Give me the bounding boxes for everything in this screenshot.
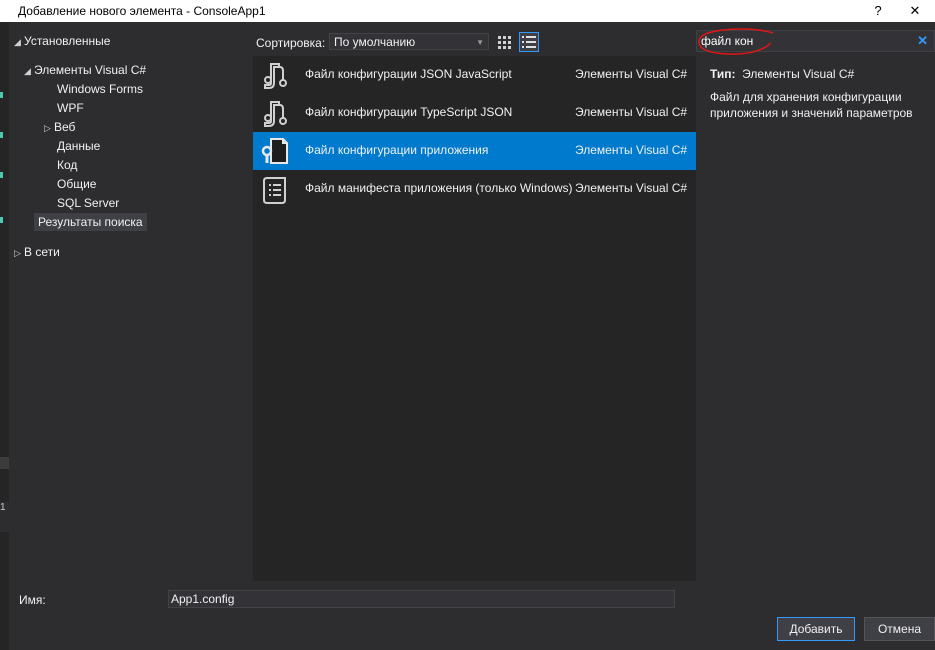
collapsed-arrow-icon: ▷ [44, 123, 51, 133]
item-name: Файл конфигурации JSON JavaScript [305, 67, 512, 81]
list-item[interactable]: Файл конфигурации TypeScript JSON Элемен… [253, 94, 696, 132]
add-button[interactable]: Добавить [777, 617, 855, 641]
list-item-selected[interactable]: Файл конфигурации приложения Элементы Vi… [253, 132, 696, 170]
type-value: Элементы Visual C# [742, 67, 855, 81]
name-input[interactable] [168, 590, 675, 608]
tree-item-wpf[interactable]: WPF [57, 100, 84, 116]
help-button[interactable]: ? [858, 0, 898, 22]
template-list: Файл конфигурации JSON JavaScript Элемен… [253, 56, 696, 581]
type-label: Тип: [710, 67, 736, 81]
list-view-icon [522, 36, 536, 48]
tree-item-data[interactable]: Данные [57, 138, 100, 154]
item-category: Элементы Visual C# [575, 181, 688, 195]
list-view-button[interactable] [519, 32, 539, 52]
dropdown-arrow-icon: ▼ [476, 38, 484, 47]
tree-item-code[interactable]: Код [57, 157, 77, 173]
json-file-icon [264, 63, 287, 89]
sort-label: Сортировка: [256, 36, 326, 50]
add-new-item-dialog: ◢ Установленные ◢ Элементы Visual C# Windo… [9, 22, 935, 650]
manifest-file-icon [263, 177, 286, 204]
expanded-arrow-icon: ◢ [24, 66, 31, 76]
clear-search-icon[interactable]: ✕ [917, 33, 928, 49]
tree-item-sql-server[interactable]: SQL Server [57, 195, 119, 211]
cancel-button[interactable]: Отмена [864, 617, 935, 641]
tree-search-results[interactable]: Результаты поиска [34, 213, 147, 231]
item-name: Файл конфигурации TypeScript JSON [305, 105, 513, 119]
collapsed-arrow-icon: ▷ [14, 248, 21, 258]
name-label: Имя: [19, 593, 46, 607]
item-name: Файл конфигурации приложения [305, 143, 489, 157]
json-file-icon [264, 101, 287, 127]
list-item[interactable]: Файл конфигурации JSON JavaScript Элемен… [253, 56, 696, 94]
title-bar: Добавление нового элемента - ConsoleApp1… [0, 0, 935, 22]
window-title: Добавление нового элемента - ConsoleApp1 [18, 4, 266, 18]
sort-dropdown[interactable]: По умолчанию ▼ [329, 33, 489, 50]
item-description: Файл для хранения конфигурации приложени… [710, 90, 913, 120]
grid-view-icon [498, 36, 511, 49]
tree-visual-cs[interactable]: ◢ Элементы Visual C# [24, 62, 146, 79]
tree-item-windows-forms[interactable]: Windows Forms [57, 81, 143, 97]
item-category: Элементы Visual C# [575, 67, 688, 81]
item-category: Элементы Visual C# [575, 143, 688, 157]
item-category: Элементы Visual C# [575, 105, 688, 119]
type-info: Тип: Элементы Visual C# [710, 67, 854, 81]
red-annotation-circle [698, 28, 774, 55]
background-window-strip: 1 [0, 22, 9, 650]
tree-item-web[interactable]: ▷ Веб [44, 119, 75, 136]
tree-installed[interactable]: ◢ Установленные [14, 33, 110, 50]
expanded-arrow-icon: ◢ [14, 37, 21, 47]
tree-item-general[interactable]: Общие [57, 176, 96, 192]
sort-value: По умолчанию [334, 35, 416, 49]
tree-online[interactable]: ▷ В сети [14, 244, 60, 261]
config-file-icon [261, 138, 288, 164]
close-button[interactable]: ✕ [895, 0, 935, 22]
item-name: Файл манифеста приложения (только Window… [305, 181, 573, 195]
grid-view-button[interactable] [494, 32, 514, 52]
list-item[interactable]: Файл манифеста приложения (только Window… [253, 170, 696, 208]
